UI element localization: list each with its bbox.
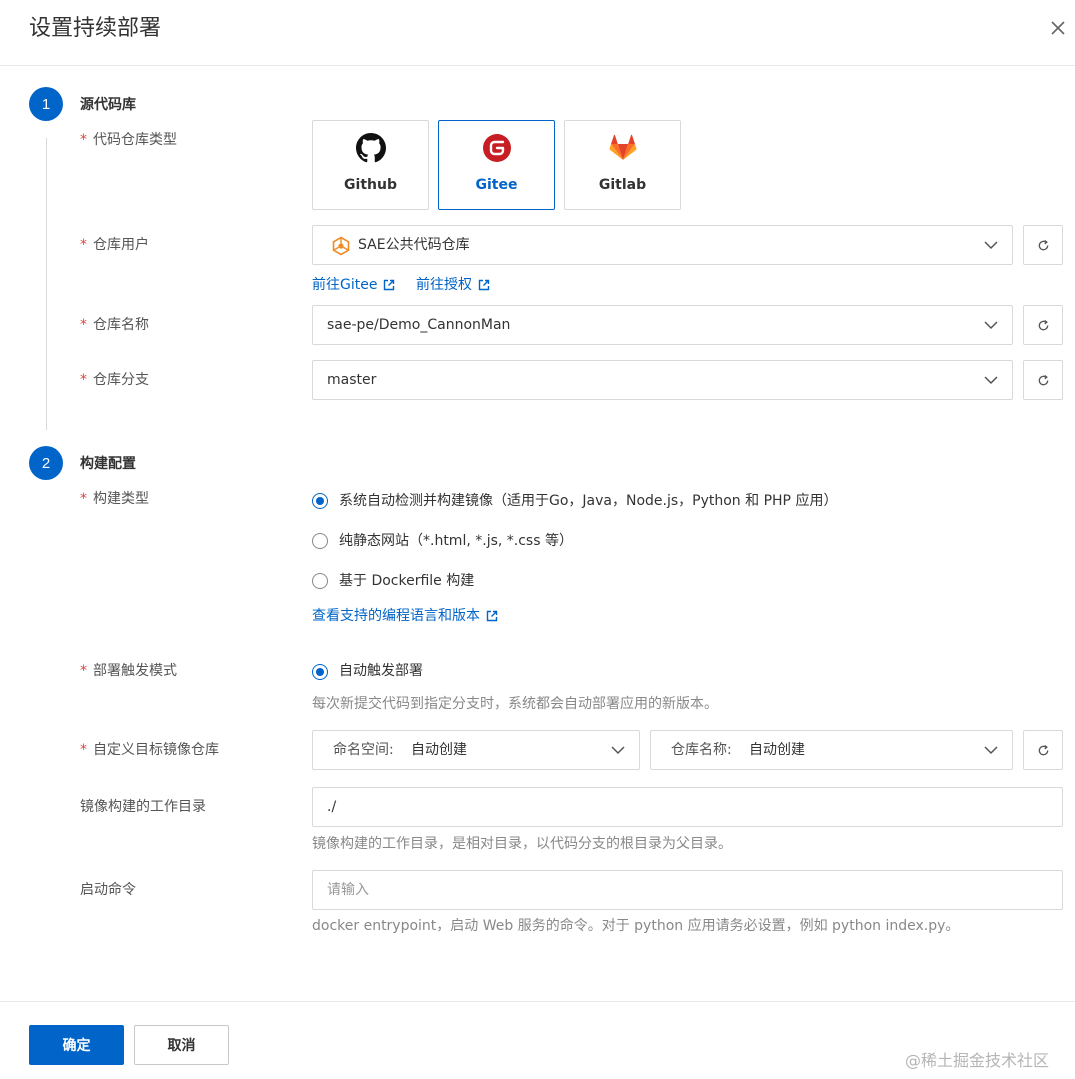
chevron-down-icon (984, 376, 998, 385)
refresh-icon (1038, 744, 1049, 756)
repo-type-gitee[interactable]: Gitee (438, 120, 555, 210)
workdir-input[interactable] (312, 787, 1063, 827)
trigger-auto-label[interactable]: 自动触发部署 (339, 661, 423, 681)
repo-user-value: SAE公共代码仓库 (358, 237, 470, 253)
dialog-title: 设置持续部署 (29, 16, 162, 41)
close-icon (1051, 21, 1065, 35)
namespace-select[interactable]: 命名空间: 自动创建 (312, 730, 640, 770)
trigger-auto-radio[interactable] (312, 664, 328, 680)
sae-logo-icon (332, 236, 350, 256)
target-repo-refresh-button[interactable] (1023, 730, 1063, 770)
build-option-static-radio[interactable] (312, 533, 328, 549)
chevron-down-icon (984, 746, 998, 755)
repo-name-label: * 仓库名称 (80, 317, 149, 333)
chevron-down-icon (984, 241, 998, 250)
repo-type-gitlab-label: Gitlab (598, 177, 647, 193)
workdir-help-text: 镜像构建的工作目录，是相对目录，以代码分支的根目录为父目录。 (312, 836, 732, 852)
step-connector-line (46, 138, 47, 430)
repo-name-value: sae-pe/Demo_CannonMan (327, 317, 511, 333)
start-command-label: 启动命令 (80, 882, 136, 898)
chevron-down-icon (984, 321, 998, 330)
build-option-dockerfile-label[interactable]: 基于 Dockerfile 构建 (339, 571, 474, 591)
namespace-prefix: 命名空间: (333, 742, 394, 758)
step-1-indicator: 1 (29, 87, 63, 121)
step-1-title: 源代码库 (80, 97, 136, 113)
external-link-icon (384, 279, 395, 291)
header-divider (0, 65, 1075, 66)
repo-type-gitee-label: Gitee (475, 177, 518, 193)
gitlab-icon (609, 134, 637, 160)
repo-branch-select[interactable]: master (312, 360, 1013, 400)
repo-branch-value: master (327, 372, 377, 388)
supported-languages-link[interactable]: 查看支持的编程语言和版本 (312, 606, 498, 626)
repo-branch-refresh-button[interactable] (1023, 360, 1063, 400)
build-option-dockerfile-radio[interactable] (312, 573, 328, 589)
repo-type-label: * 代码仓库类型 (80, 132, 177, 148)
refresh-icon (1038, 239, 1049, 251)
footer-divider (0, 1001, 1075, 1002)
github-icon (356, 133, 386, 163)
authorize-link[interactable]: 前往授权 (416, 275, 490, 295)
chevron-down-icon (611, 746, 625, 755)
step-2-indicator: 2 (29, 446, 63, 480)
repo-branch-label: * 仓库分支 (80, 372, 149, 388)
close-button[interactable] (1046, 16, 1070, 40)
repo-user-select[interactable]: SAE公共代码仓库 (312, 225, 1013, 265)
repo-name-select[interactable]: sae-pe/Demo_CannonMan (312, 305, 1013, 345)
start-command-input[interactable] (312, 870, 1063, 910)
gitee-icon (483, 134, 511, 162)
repo-user-label: * 仓库用户 (80, 237, 149, 253)
repo-type-github-label: Github (344, 177, 397, 193)
repo-name-refresh-button[interactable] (1023, 305, 1063, 345)
external-link-icon (486, 610, 498, 622)
build-option-auto-label[interactable]: 系统自动检测并构建镜像（适用于Go，Java，Node.js，Python 和 … (339, 491, 837, 511)
refresh-icon (1038, 319, 1049, 331)
build-type-label: * 构建类型 (80, 491, 149, 507)
refresh-icon (1038, 374, 1049, 386)
workdir-label: 镜像构建的工作目录 (80, 799, 206, 815)
repo-type-github[interactable]: Github (312, 120, 429, 210)
repo-user-refresh-button[interactable] (1023, 225, 1063, 265)
build-option-static-label[interactable]: 纯静态网站（*.html, *.js, *.css 等） (339, 531, 573, 551)
image-repo-name-select[interactable]: 仓库名称: 自动创建 (650, 730, 1013, 770)
cancel-button[interactable]: 取消 (134, 1025, 229, 1065)
image-repo-prefix: 仓库名称: (671, 742, 732, 758)
repo-type-gitlab[interactable]: Gitlab (564, 120, 681, 210)
target-repo-label: * 自定义目标镜像仓库 (80, 742, 219, 758)
confirm-button[interactable]: 确定 (29, 1025, 124, 1065)
image-repo-value: 自动创建 (749, 742, 805, 758)
namespace-value: 自动创建 (411, 742, 467, 758)
step-2-title: 构建配置 (80, 456, 136, 472)
trigger-help-text: 每次新提交代码到指定分支时，系统都会自动部署应用的新版本。 (312, 696, 718, 712)
external-link-icon (478, 279, 490, 291)
goto-gitee-link[interactable]: 前往Gitee (312, 275, 395, 295)
build-option-auto-radio[interactable] (312, 493, 328, 509)
watermark: @稀土掘金技术社区 (905, 1051, 1050, 1070)
trigger-mode-label: * 部署触发模式 (80, 663, 177, 679)
start-command-help-text: docker entrypoint，启动 Web 服务的命令。对于 python… (312, 918, 960, 934)
